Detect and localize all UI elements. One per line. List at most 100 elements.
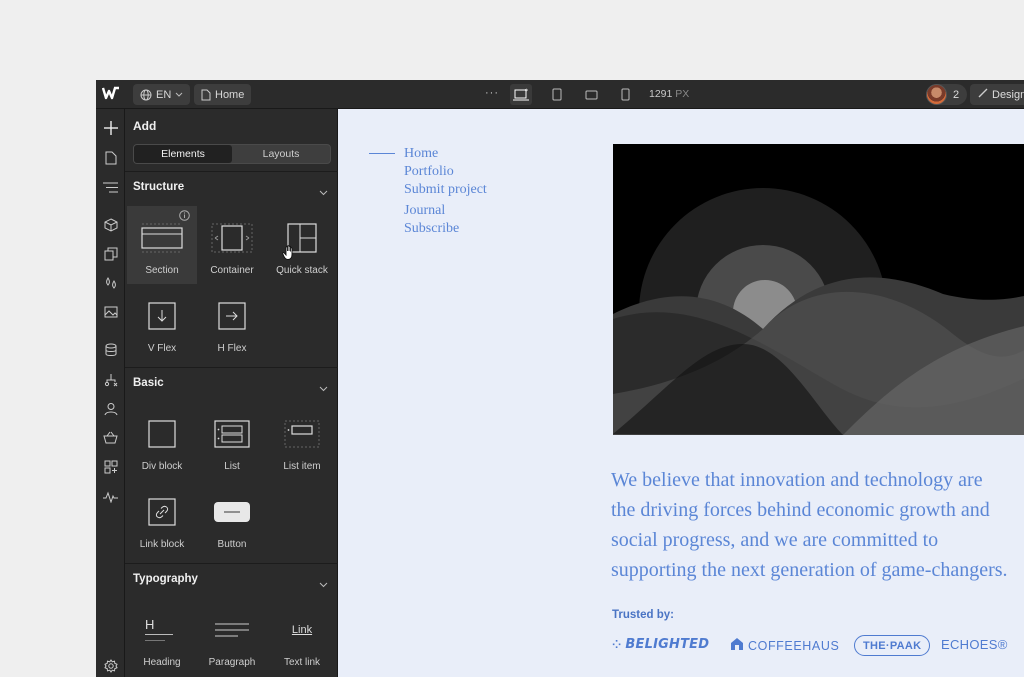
cms-icon[interactable]	[100, 339, 121, 360]
element-label: Heading	[143, 657, 181, 668]
element-label: H Flex	[217, 343, 247, 354]
h-flex-icon	[197, 298, 267, 334]
add-icon[interactable]	[100, 117, 121, 138]
element-quick-stack[interactable]: Quick stack	[267, 206, 337, 284]
brand-name: ECHOES®	[941, 637, 1008, 652]
left-toolbar	[96, 109, 125, 677]
nav-link-submit-project[interactable]: Submit project	[404, 181, 487, 199]
nav-link-portfolio[interactable]: Portfolio	[404, 163, 487, 181]
element-label: Div block	[141, 461, 183, 472]
design-mode-label: Design	[992, 88, 1024, 101]
element-heading[interactable]: H Heading	[127, 598, 197, 676]
design-canvas[interactable]: Home Portfolio Submit project Journal Su…	[338, 109, 1024, 677]
canvas-width-value: 1291	[649, 88, 673, 100]
heading-icon: H	[127, 612, 197, 648]
element-section[interactable]: Section	[127, 206, 197, 284]
components-icon[interactable]	[100, 214, 121, 235]
element-button[interactable]: Button	[197, 480, 267, 558]
svg-text:*: *	[525, 88, 528, 95]
element-label: List item	[283, 461, 321, 472]
tablet-breakpoint-icon[interactable]	[546, 84, 568, 105]
webflow-logo-icon[interactable]	[101, 86, 122, 103]
list-icon	[197, 416, 267, 452]
pages-icon[interactable]	[100, 147, 121, 168]
designer-app: EN Home ··· * 1291 PX 2 Design Add Eleme…	[96, 80, 1024, 677]
brand-logo-coffeehaus: COFFEEHAUS	[730, 637, 839, 654]
nav-link-journal[interactable]: Journal	[404, 202, 487, 220]
page-selector[interactable]: Home	[194, 84, 252, 105]
mobile-landscape-breakpoint-icon[interactable]	[580, 84, 602, 105]
locale-label: EN	[156, 88, 172, 101]
globe-icon	[140, 89, 152, 101]
users-icon[interactable]	[100, 398, 121, 419]
ecommerce-icon[interactable]	[100, 427, 121, 448]
section-icon	[127, 220, 197, 256]
chevron-down-icon[interactable]	[319, 183, 328, 201]
container-icon	[197, 220, 267, 256]
tab-layouts[interactable]: Layouts	[232, 145, 330, 163]
add-panel-tabs: Elements Layouts	[133, 144, 331, 164]
element-text-link[interactable]: Link Text link	[267, 598, 337, 676]
assets-icon[interactable]	[100, 301, 121, 322]
element-label: Link block	[139, 539, 185, 550]
collaborators[interactable]: 2	[926, 84, 968, 105]
house-icon	[730, 637, 744, 654]
locale-selector[interactable]: EN	[133, 84, 191, 105]
mission-statement[interactable]: We believe that innovation and technolog…	[611, 465, 1011, 585]
hand-cursor-icon	[282, 245, 296, 266]
element-label: Quick stack	[276, 265, 328, 276]
brand-logo-echoes: ECHOES®	[941, 637, 1008, 652]
libraries-icon[interactable]	[100, 243, 121, 264]
element-label: Container	[210, 265, 254, 276]
typography-heading[interactable]: Typography	[133, 573, 198, 585]
element-v-flex[interactable]: V Flex	[127, 284, 197, 362]
hero-image[interactable]	[613, 144, 1024, 435]
nav-link-home[interactable]: Home	[404, 145, 487, 163]
element-label: V Flex	[147, 343, 177, 354]
brand-name: THE·PAAK	[863, 639, 922, 652]
element-h-flex[interactable]: H Flex	[197, 284, 267, 362]
apps-icon[interactable]	[100, 456, 121, 477]
element-container[interactable]: Container	[197, 206, 267, 284]
element-label: Button	[217, 539, 247, 550]
logic-icon[interactable]	[100, 369, 121, 390]
brand-logo-belighted: ⁘ BELIGHTED	[612, 637, 709, 652]
design-mode-button[interactable]: Design	[970, 84, 1024, 105]
avatar	[926, 84, 947, 105]
more-icon[interactable]: ···	[485, 87, 499, 99]
tab-elements[interactable]: Elements	[134, 145, 232, 163]
element-list[interactable]: List	[197, 402, 267, 480]
settings-gear-icon[interactable]	[100, 655, 121, 676]
text-link-icon: Link	[267, 612, 337, 648]
canvas-width-readout: 1291 PX	[649, 88, 689, 100]
basic-heading[interactable]: Basic	[133, 377, 164, 389]
collaborators-count: 2	[953, 88, 960, 101]
nav-link-subscribe[interactable]: Subscribe	[404, 220, 487, 238]
structure-heading[interactable]: Structure	[133, 181, 184, 193]
element-label: Section	[145, 265, 179, 276]
element-label: Paragraph	[208, 657, 256, 668]
trusted-by-label: Trusted by:	[612, 609, 674, 621]
v-flex-icon	[127, 298, 197, 334]
element-paragraph[interactable]: Paragraph	[197, 598, 267, 676]
add-panel: Add Elements Layouts Structure Section C…	[125, 109, 338, 677]
brush-icon	[978, 88, 988, 101]
button-icon	[197, 494, 267, 530]
brand-logo-thepaak: THE·PAAK	[854, 635, 931, 656]
desktop-breakpoint-icon[interactable]: *	[510, 84, 532, 105]
element-link-block[interactable]: Link block	[127, 480, 197, 558]
element-div-block[interactable]: Div block	[127, 402, 197, 480]
insights-icon[interactable]	[100, 486, 121, 507]
navigator-icon[interactable]	[100, 177, 121, 198]
text-link-glyph: Link	[291, 624, 313, 636]
brand-name: BELIGHTED	[625, 637, 710, 652]
list-item-icon	[267, 416, 337, 452]
variables-icon[interactable]	[100, 272, 121, 293]
link-block-icon	[127, 494, 197, 530]
element-list-item[interactable]: List item	[267, 402, 337, 480]
nav-indicator-line	[369, 153, 395, 154]
chevron-down-icon[interactable]	[319, 379, 328, 397]
chevron-down-icon[interactable]	[319, 575, 328, 593]
element-label: List	[224, 461, 240, 472]
mobile-portrait-breakpoint-icon[interactable]	[614, 84, 636, 105]
